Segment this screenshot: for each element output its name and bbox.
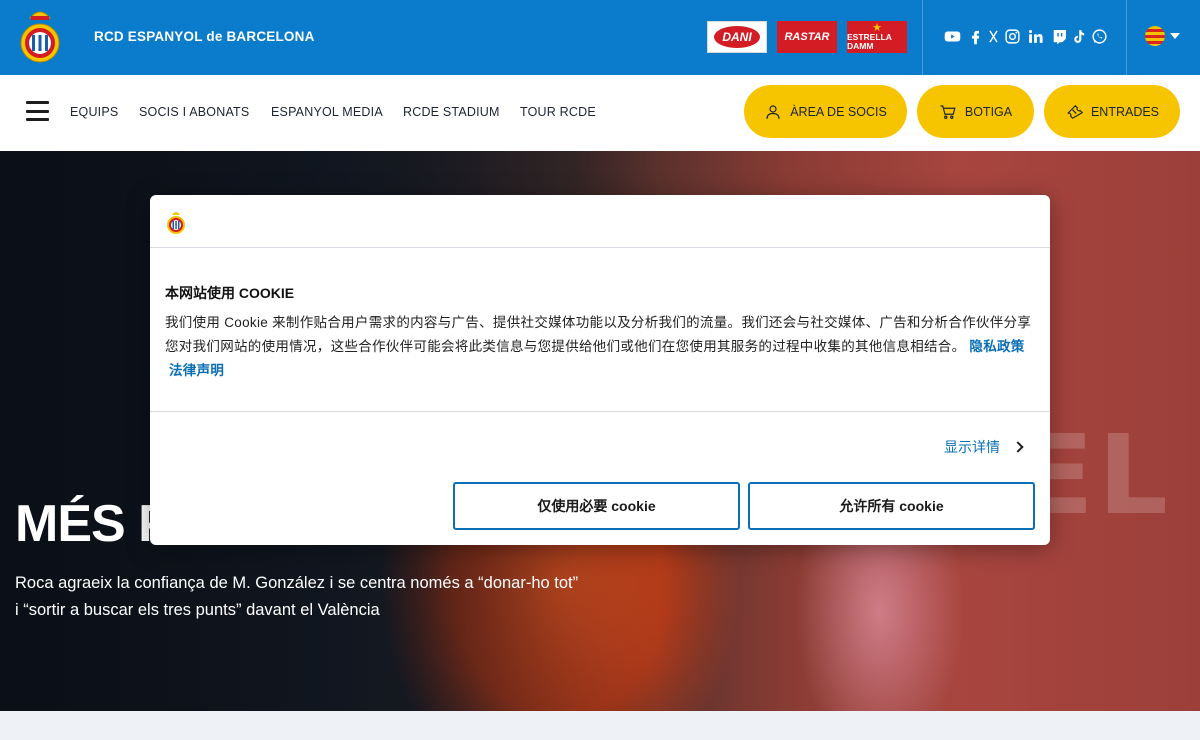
tiktok-icon[interactable] (1068, 26, 1088, 46)
ticket-icon (1067, 104, 1083, 119)
sponsor-rastar-logo[interactable]: RASTAR (777, 21, 837, 53)
dialog-header (150, 195, 1050, 248)
allow-all-cookies-button[interactable]: 允许所有 cookie (748, 482, 1035, 530)
content-area (0, 711, 1200, 740)
sponsor-estrella-logo[interactable]: ★ ESTRELLA DAMM (847, 21, 907, 53)
language-selector[interactable] (1145, 26, 1180, 46)
divider (922, 0, 923, 75)
club-name[interactable]: RCD ESPANYOL de BARCELONA (94, 29, 315, 44)
instagram-icon[interactable] (1002, 26, 1022, 46)
legal-notice-link[interactable]: 法律声明 (169, 363, 224, 378)
nav-item-socis-i-abonats[interactable]: SOCIS I ABONATS (139, 105, 249, 119)
divider (150, 411, 1050, 412)
dialog-body: 我们使用 Cookie 来制作贴合用户需求的内容与广告、提供社交媒体功能以及分析… (165, 315, 1032, 378)
dialog-title: 本网站使用 COOKIE (165, 285, 295, 301)
sponsor-dani-logo[interactable]: DANI (707, 21, 767, 53)
facebook-icon[interactable] (965, 26, 985, 46)
youtube-icon[interactable] (942, 26, 962, 46)
hamburger-menu-icon[interactable] (26, 101, 49, 121)
chevron-down-icon (1170, 33, 1180, 39)
top-bar: RCD ESPANYOL de BARCELONA DANI RASTAR ★ … (0, 0, 1200, 75)
divider (1126, 0, 1127, 75)
catalan-flag-icon (1145, 26, 1165, 46)
club-crest-logo[interactable] (18, 4, 62, 66)
necessary-cookies-button[interactable]: 仅使用必要 cookie (453, 482, 740, 530)
shopping-cart-icon (940, 104, 956, 119)
privacy-policy-link[interactable]: 隐私政策 (969, 339, 1024, 354)
club-crest-logo (167, 212, 185, 234)
members-area-button[interactable]: ÀREA DE SOCIS (744, 85, 907, 138)
nav-item-tour-rcde[interactable]: TOUR RCDE (520, 105, 596, 119)
x-icon[interactable] (983, 26, 1003, 46)
shop-button[interactable]: BOTIGA (917, 85, 1034, 138)
whatsapp-icon[interactable] (1089, 26, 1109, 46)
nav-item-equips[interactable]: EQUIPS (70, 105, 118, 119)
show-details-toggle[interactable]: 显示详情 (944, 437, 1024, 457)
nav-item-espanyol-media[interactable]: ESPANYOL MEDIA (271, 105, 383, 119)
user-icon (766, 104, 780, 119)
main-navigation: EQUIPS SOCIS I ABONATS ESPANYOL MEDIA RC… (0, 75, 1200, 151)
tickets-button[interactable]: ENTRADES (1044, 85, 1180, 138)
twitch-icon[interactable] (1049, 26, 1069, 46)
chevron-right-icon (1012, 441, 1024, 453)
cookie-consent-dialog: 本网站使用 COOKIE 我们使用 Cookie 来制作贴合用户需求的内容与广告… (150, 195, 1050, 545)
hero-subtitle[interactable]: Roca agraeix la confiança de M. González… (15, 570, 585, 624)
nav-item-rcde-stadium[interactable]: RCDE STADIUM (403, 105, 500, 119)
linkedin-icon[interactable] (1025, 26, 1045, 46)
